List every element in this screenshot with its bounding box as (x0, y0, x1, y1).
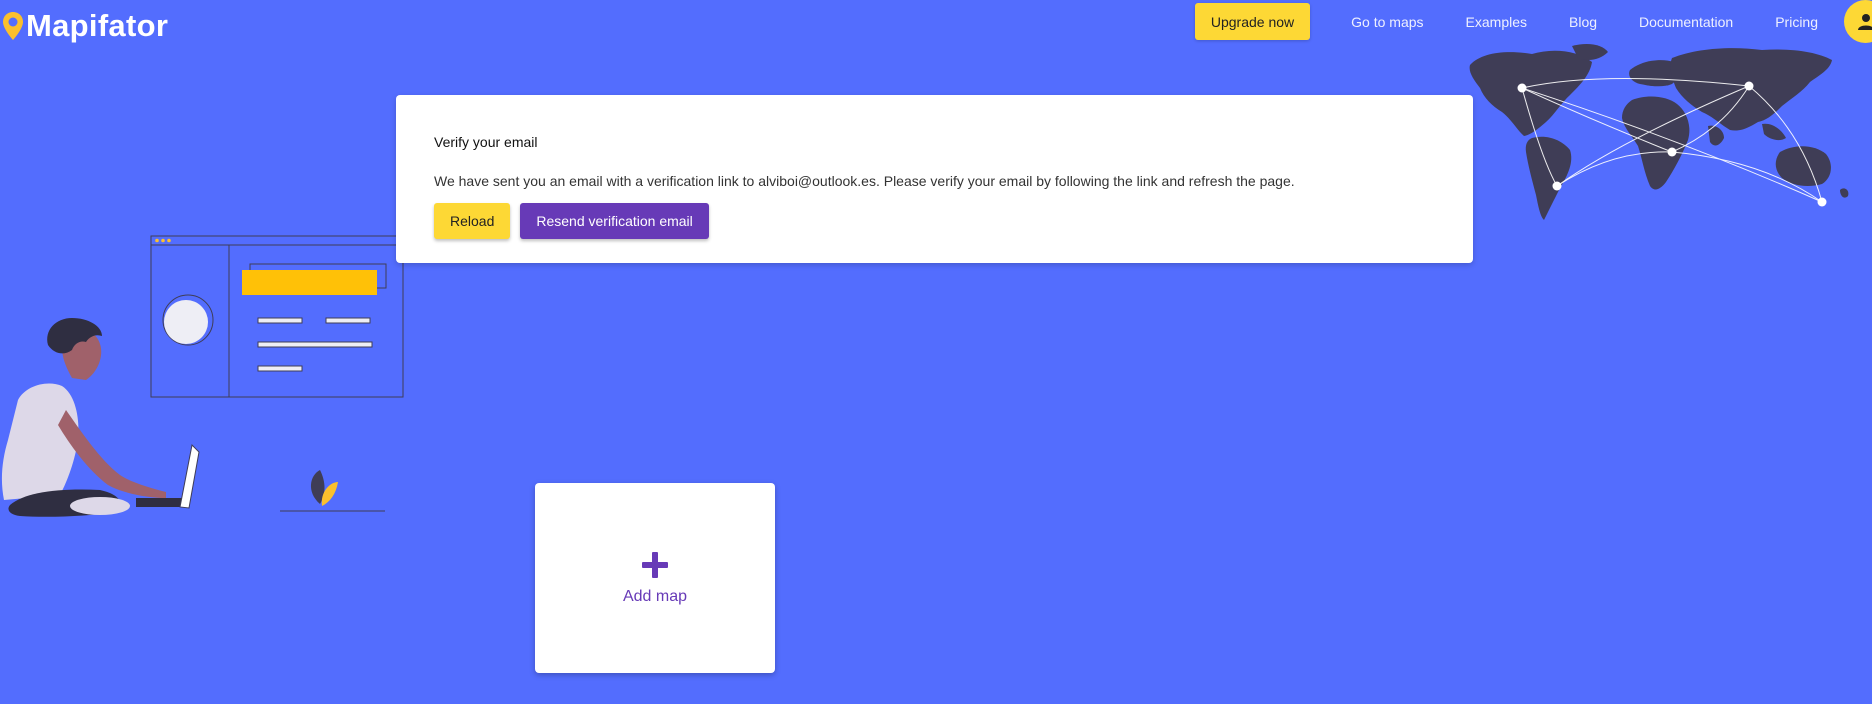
app-name: Mapifator (26, 8, 169, 43)
verify-email-actions: Reload Resend verification email (434, 203, 1435, 239)
add-map-label: Add map (622, 588, 688, 605)
verify-email-message: We have sent you an email with a verific… (434, 173, 1295, 189)
add-map-card[interactable]: Add map (535, 483, 775, 673)
reload-button[interactable]: Reload (434, 203, 511, 239)
plus-icon (642, 552, 668, 578)
top-nav: Upgrade now Go to maps Examples Blog Doc… (1194, 0, 1872, 43)
app-logo[interactable]: Mapifator (2, 8, 168, 44)
verify-email-title: Verify your email (434, 134, 538, 150)
nav-link-blog[interactable]: Blog (1569, 14, 1597, 30)
verify-email-card: Verify your email We have sent you an em… (396, 95, 1473, 263)
resend-verification-button[interactable]: Resend verification email (520, 203, 709, 239)
nav-link-pricing[interactable]: Pricing (1775, 14, 1818, 30)
nav-link-examples[interactable]: Examples (1466, 14, 1527, 30)
user-icon (1857, 13, 1872, 30)
map-pin-icon (3, 12, 23, 40)
person-laptop-illustration (1, 235, 404, 517)
nav-link-documentation[interactable]: Documentation (1639, 14, 1733, 30)
user-avatar-button[interactable] (1844, 0, 1872, 43)
world-map-illustration (1469, 44, 1849, 220)
upgrade-button[interactable]: Upgrade now (1194, 3, 1311, 40)
nav-link-go-to-maps[interactable]: Go to maps (1351, 14, 1423, 30)
